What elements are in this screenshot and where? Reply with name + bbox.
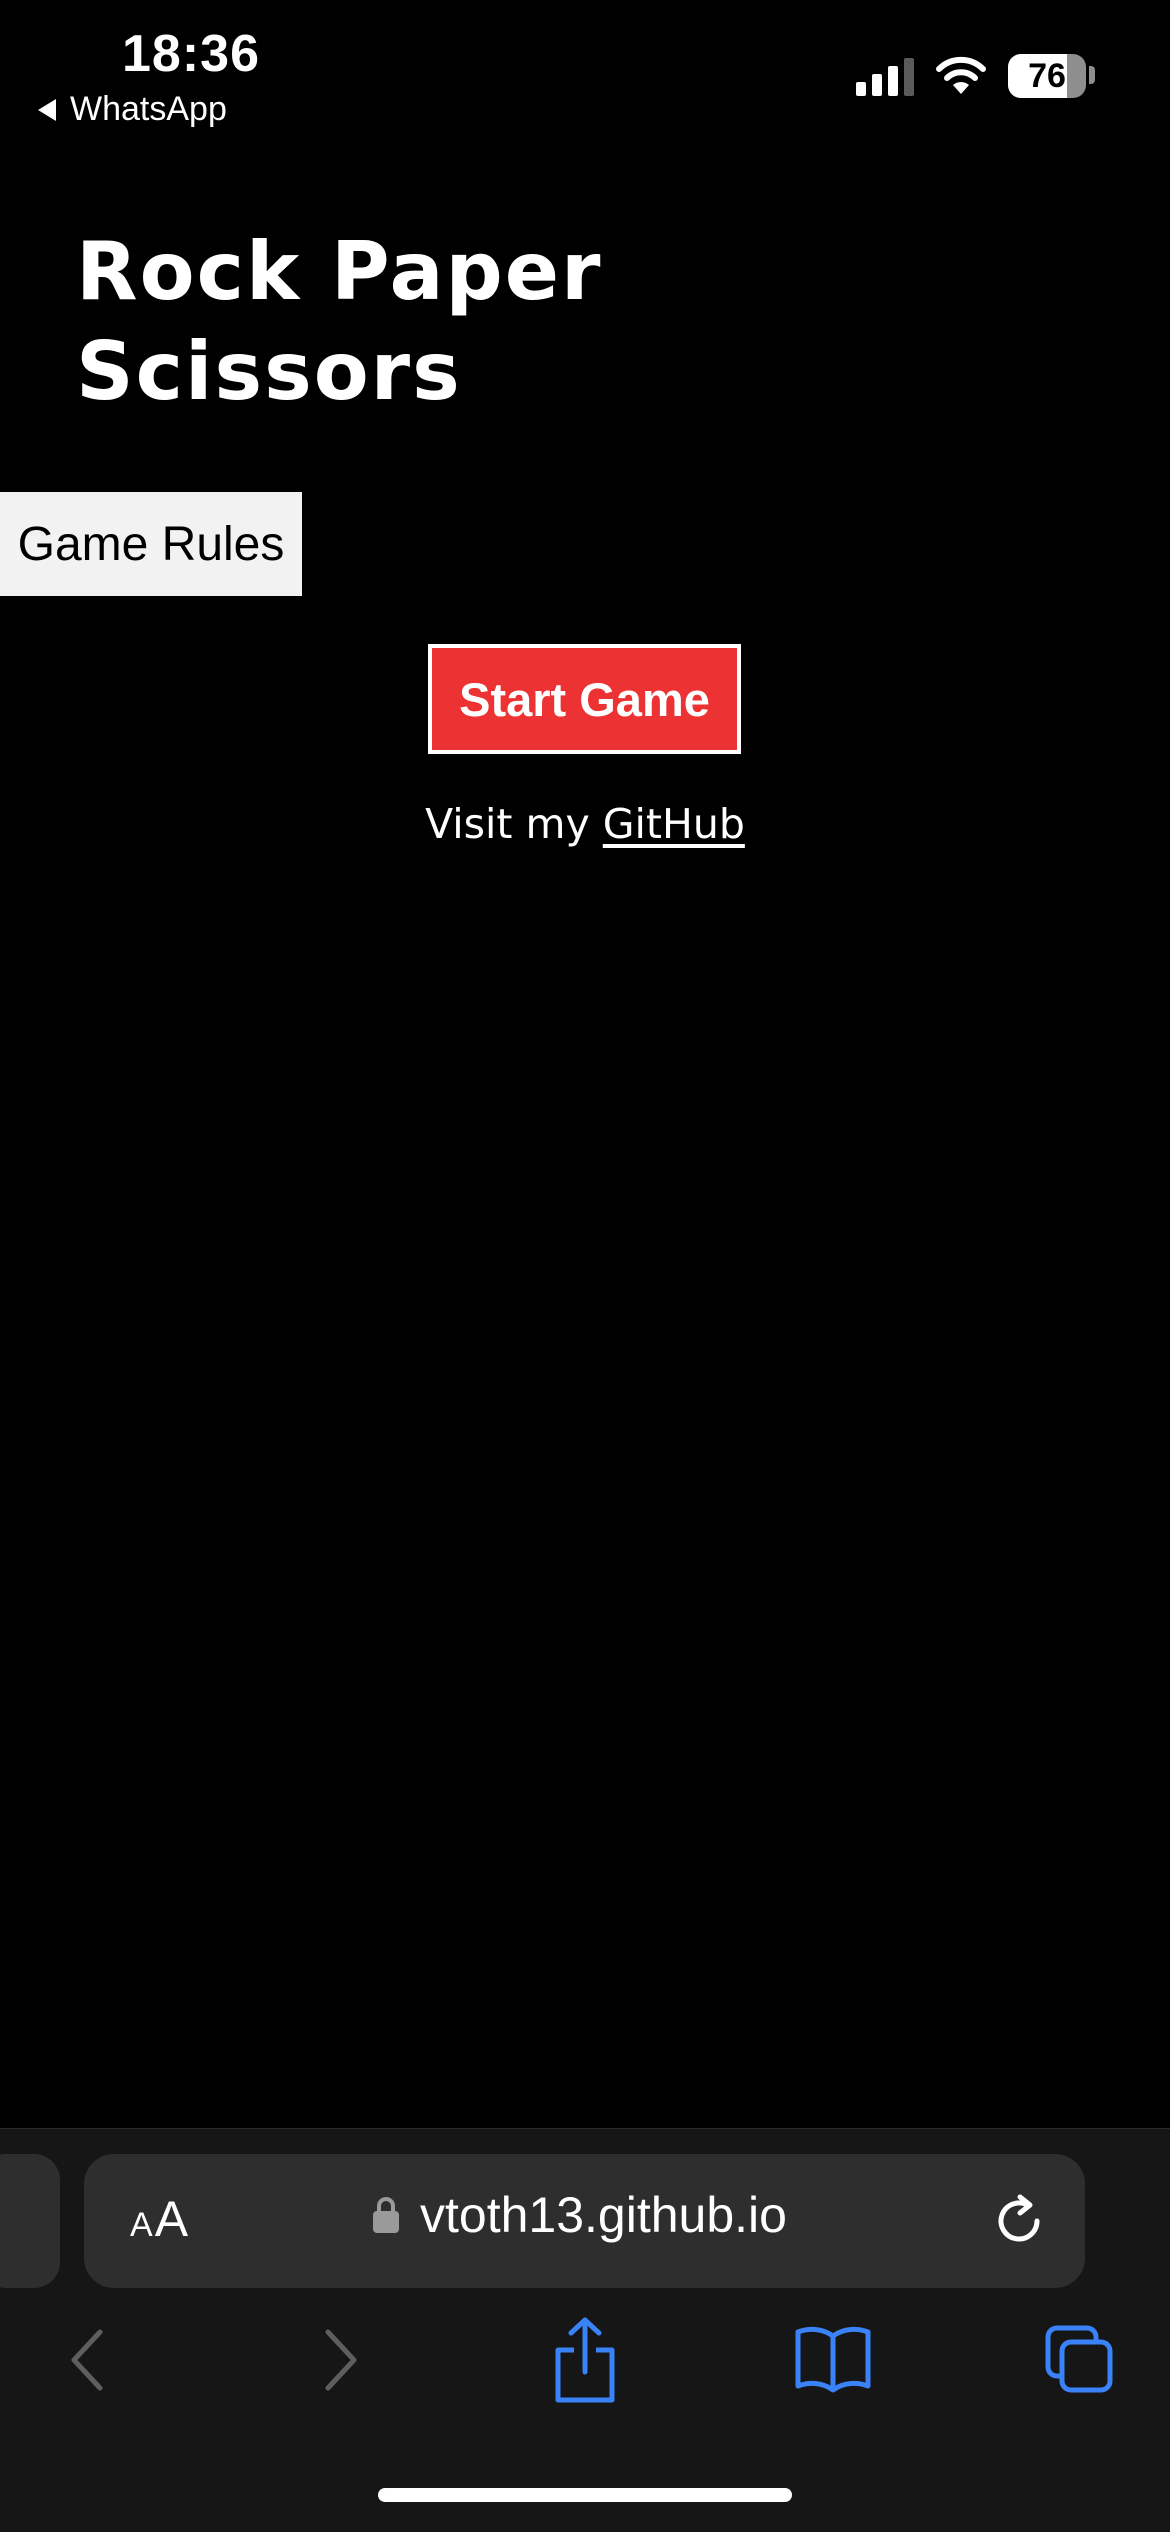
page-title: Rock Paper Scissors [76, 225, 603, 418]
home-indicator[interactable] [378, 2488, 792, 2502]
status-time: 18:36 [122, 25, 260, 83]
signal-icon [856, 56, 914, 96]
start-game-button[interactable]: Start Game [428, 644, 741, 754]
wifi-icon [936, 56, 986, 94]
tabs-icon[interactable] [1044, 2324, 1114, 2394]
text-size-button[interactable]: AA [130, 2190, 188, 2248]
battery-icon: 76 [1008, 54, 1086, 98]
text-size-large-a: A [154, 2191, 189, 2247]
back-app-label: WhatsApp [70, 90, 227, 128]
share-icon[interactable] [552, 2316, 618, 2404]
back-triangle-icon [38, 98, 56, 121]
battery-tip [1089, 66, 1095, 84]
url-display[interactable]: vtoth13.github.io [372, 2186, 787, 2244]
text-size-label: AA [130, 2190, 188, 2248]
browser-nav-icons [0, 2317, 1170, 2410]
bookmarks-icon[interactable] [794, 2324, 872, 2394]
lock-icon [373, 2197, 399, 2233]
status-bar: 18:36 WhatsApp 76 [0, 0, 1170, 140]
visit-prefix: Visit my [425, 800, 603, 848]
back-icon[interactable] [66, 2320, 110, 2400]
game-rules-button[interactable]: Game Rules [0, 492, 302, 596]
back-to-app-link[interactable]: WhatsApp [38, 90, 227, 129]
text-size-small-a: A [130, 2206, 153, 2244]
reload-icon[interactable] [990, 2192, 1048, 2250]
visit-github-text: Visit my GitHub [0, 800, 1170, 848]
forward-icon[interactable] [318, 2320, 362, 2400]
battery-percent: 76 [1028, 57, 1066, 95]
url-text: vtoth13.github.io [420, 2187, 787, 2243]
previous-tab-preview[interactable] [0, 2154, 60, 2288]
github-link[interactable]: GitHub [603, 800, 745, 848]
